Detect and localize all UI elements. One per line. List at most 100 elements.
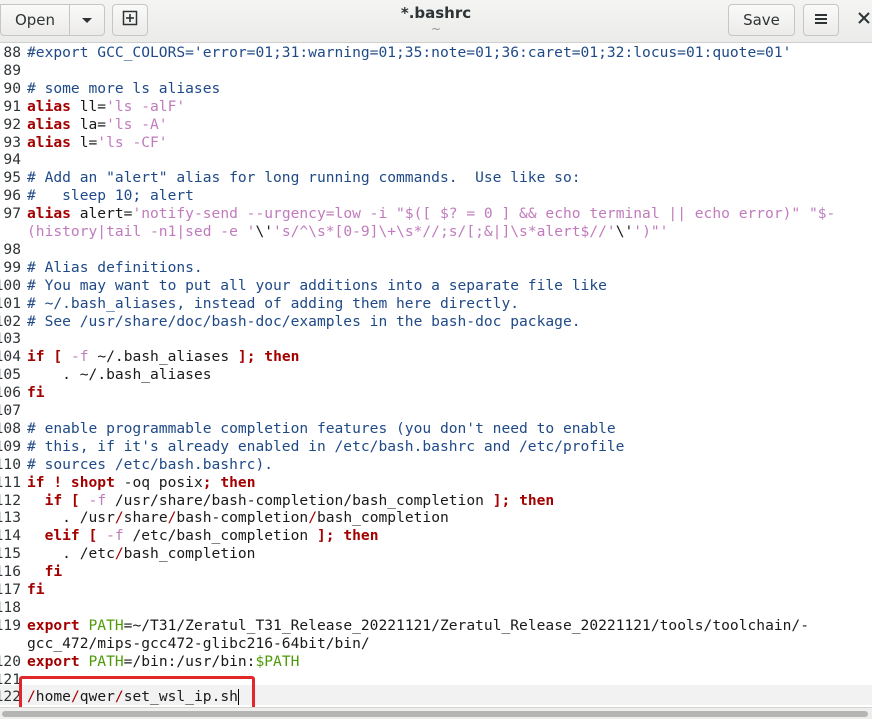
code-line[interactable]: 90 # some more ls aliases	[0, 80, 872, 98]
code-line[interactable]: 97 alias alert='notify-send --urgency=low…	[0, 205, 872, 223]
code-token: ~	[88, 348, 107, 366]
code-line[interactable]: 114 elif [ -f /etc/bash_completion ]; th…	[0, 527, 872, 545]
code-line[interactable]: 112 if [ -f /usr/share/bash-completion/b…	[0, 492, 872, 510]
code-line[interactable]: 106 fi	[0, 384, 872, 402]
code-line[interactable]: 89	[0, 62, 872, 80]
code-line[interactable]: 100 # You may want to put all your additi…	[0, 277, 872, 295]
line-code: if ! shopt -oq posix; then	[27, 474, 256, 492]
code-line[interactable]: 88 #export GCC_COLORS='error=01;31:warnin…	[0, 44, 872, 62]
code-line[interactable]: gcc_472/mips-gcc472-glibc216-64bit/bin/	[0, 635, 872, 653]
code-line[interactable]: 96 # sleep 10; alert	[0, 187, 872, 205]
code-token: export	[27, 652, 80, 670]
code-token: # ~/.bash_aliases, instead of adding the…	[27, 294, 520, 312]
code-token: .bash_aliases	[97, 366, 212, 384]
scrollbar-thumb[interactable]	[2, 711, 868, 717]
code-token: . /usr	[27, 509, 115, 527]
line-code: alias ll='ls -alF'	[27, 98, 185, 116]
open-menu-button[interactable]	[69, 4, 105, 36]
code-line[interactable]: 93 alias l='ls -CF'	[0, 134, 872, 152]
code-line[interactable]: 95 # Add an "alert" alias for long runnin…	[0, 169, 872, 187]
line-code: if [ -f ~/.bash_aliases ]; then	[27, 348, 299, 366]
code-line[interactable]: 111 if ! shopt -oq posix; then	[0, 474, 872, 492]
line-number: 89	[3, 61, 21, 79]
code-token: if [	[44, 491, 80, 509]
line-code: # sleep 10; alert	[27, 187, 194, 205]
line-number: 93	[3, 133, 21, 151]
code-token: (history|tail -n1|sed -e '	[27, 223, 256, 240]
code-line[interactable]: 105 . ~/.bash_aliases	[0, 366, 872, 384]
code-line[interactable]: 92 alias la='ls -A'	[0, 116, 872, 134]
code-token: elif [	[44, 527, 98, 545]
code-token: . /etc	[27, 545, 115, 563]
line-code: . ~/.bash_aliases	[27, 366, 212, 384]
code-token: then	[519, 491, 555, 509]
code-line[interactable]: 99 # Alias definitions.	[0, 259, 872, 277]
code-line[interactable]: 94	[0, 151, 872, 169]
code-line[interactable]: 101 # ~/.bash_aliases, instead of adding …	[0, 295, 872, 313]
line-code: # Add an "alert" alias for long running …	[27, 169, 581, 187]
code-token: PATH	[88, 616, 124, 634]
line-number: 102	[0, 312, 21, 330]
code-line[interactable]: 110 # sources /etc/bash.bashrc).	[0, 456, 872, 474]
code-line[interactable]: 102 # See /usr/share/doc/bash-doc/example…	[0, 313, 872, 331]
code-token: alias	[27, 205, 71, 223]
code-line[interactable]: 104 if [ -f ~/.bash_aliases ]; then	[0, 348, 872, 366]
code-token: 's/^\s*[0-9]\+\s*//;s/[;&|]\s*alert$//'	[273, 223, 616, 240]
code-token: then	[220, 473, 256, 491]
code-line[interactable]: 103	[0, 330, 872, 348]
line-code: # this, if it's already enabled in /etc/…	[27, 438, 624, 456]
code-token: ];	[237, 348, 256, 366]
line-number: 115	[0, 545, 21, 563]
code-token: =/bin:/usr/bin:	[123, 652, 256, 670]
code-line[interactable]: 118	[0, 599, 872, 617]
line-number: 99	[3, 258, 21, 276]
new-tab-icon	[122, 10, 138, 30]
code-token: bash-completion	[176, 509, 309, 527]
code-line[interactable]: 108 # enable programmable completion feat…	[0, 420, 872, 438]
code-token: then	[343, 527, 379, 545]
line-code: alias la='ls -A'	[27, 116, 168, 134]
code-line[interactable]: 115 . /etc/bash_completion	[0, 545, 872, 563]
menu-button[interactable]	[803, 4, 839, 36]
code-line[interactable]: 119 export PATH=~/T31/Zeratul_T31_Release…	[0, 617, 872, 635]
code-token: bash_completion	[317, 509, 449, 527]
code-line[interactable]: 120 export PATH=/bin:/usr/bin:$PATH	[0, 653, 872, 671]
code-token: # Add an "alert" alias for long running …	[27, 169, 581, 187]
line-code: . /usr/share/bash-completion/bash_comple…	[27, 509, 449, 527]
code-token: alias	[27, 115, 71, 133]
save-label: Save	[743, 11, 780, 29]
line-number: 111	[0, 473, 21, 491]
close-icon[interactable]	[858, 8, 870, 29]
text-editor[interactable]: 88 #export GCC_COLORS='error=01;31:warnin…	[0, 43, 872, 707]
code-token: fi	[27, 384, 45, 402]
save-button[interactable]: Save	[728, 4, 795, 36]
code-line[interactable]: 116 fi	[0, 563, 872, 581]
code-line[interactable]: 113 . /usr/share/bash-completion/bash_co…	[0, 509, 872, 527]
line-code: fi	[27, 384, 45, 402]
line-number: 95	[3, 169, 21, 187]
line-code: gcc_472/mips-gcc472-glibc216-64bit/bin/	[27, 635, 370, 653]
new-tab-button[interactable]	[112, 4, 148, 36]
line-number: 118	[0, 598, 21, 616]
code-line[interactable]: 91 alias ll='ls -alF'	[0, 98, 872, 116]
code-line[interactable]: 98	[0, 241, 872, 259]
code-token: .bash_aliases	[114, 348, 238, 366]
code-token: $PATH	[255, 652, 300, 670]
code-line[interactable]: 117 fi	[0, 581, 872, 599]
annotation-highlight-box	[19, 676, 255, 710]
line-code: # See /usr/share/doc/bash-doc/examples i…	[27, 313, 581, 331]
chevron-down-icon	[81, 11, 93, 29]
line-number: 104	[0, 348, 21, 366]
code-line[interactable]: 107	[0, 402, 872, 420]
code-token: share	[123, 509, 168, 527]
horizontal-scrollbar[interactable]	[0, 707, 872, 719]
code-line[interactable]: (history|tail -n1|sed -e '\''s/^\s*[0-9]…	[0, 223, 872, 241]
code-token: ];	[492, 491, 511, 509]
open-button[interactable]: Open	[0, 4, 70, 36]
code-line[interactable]: 109 # this, if it's already enabled in /e…	[0, 438, 872, 456]
line-code: . /etc/bash_completion	[27, 545, 255, 563]
code-token: fi	[44, 563, 63, 581]
